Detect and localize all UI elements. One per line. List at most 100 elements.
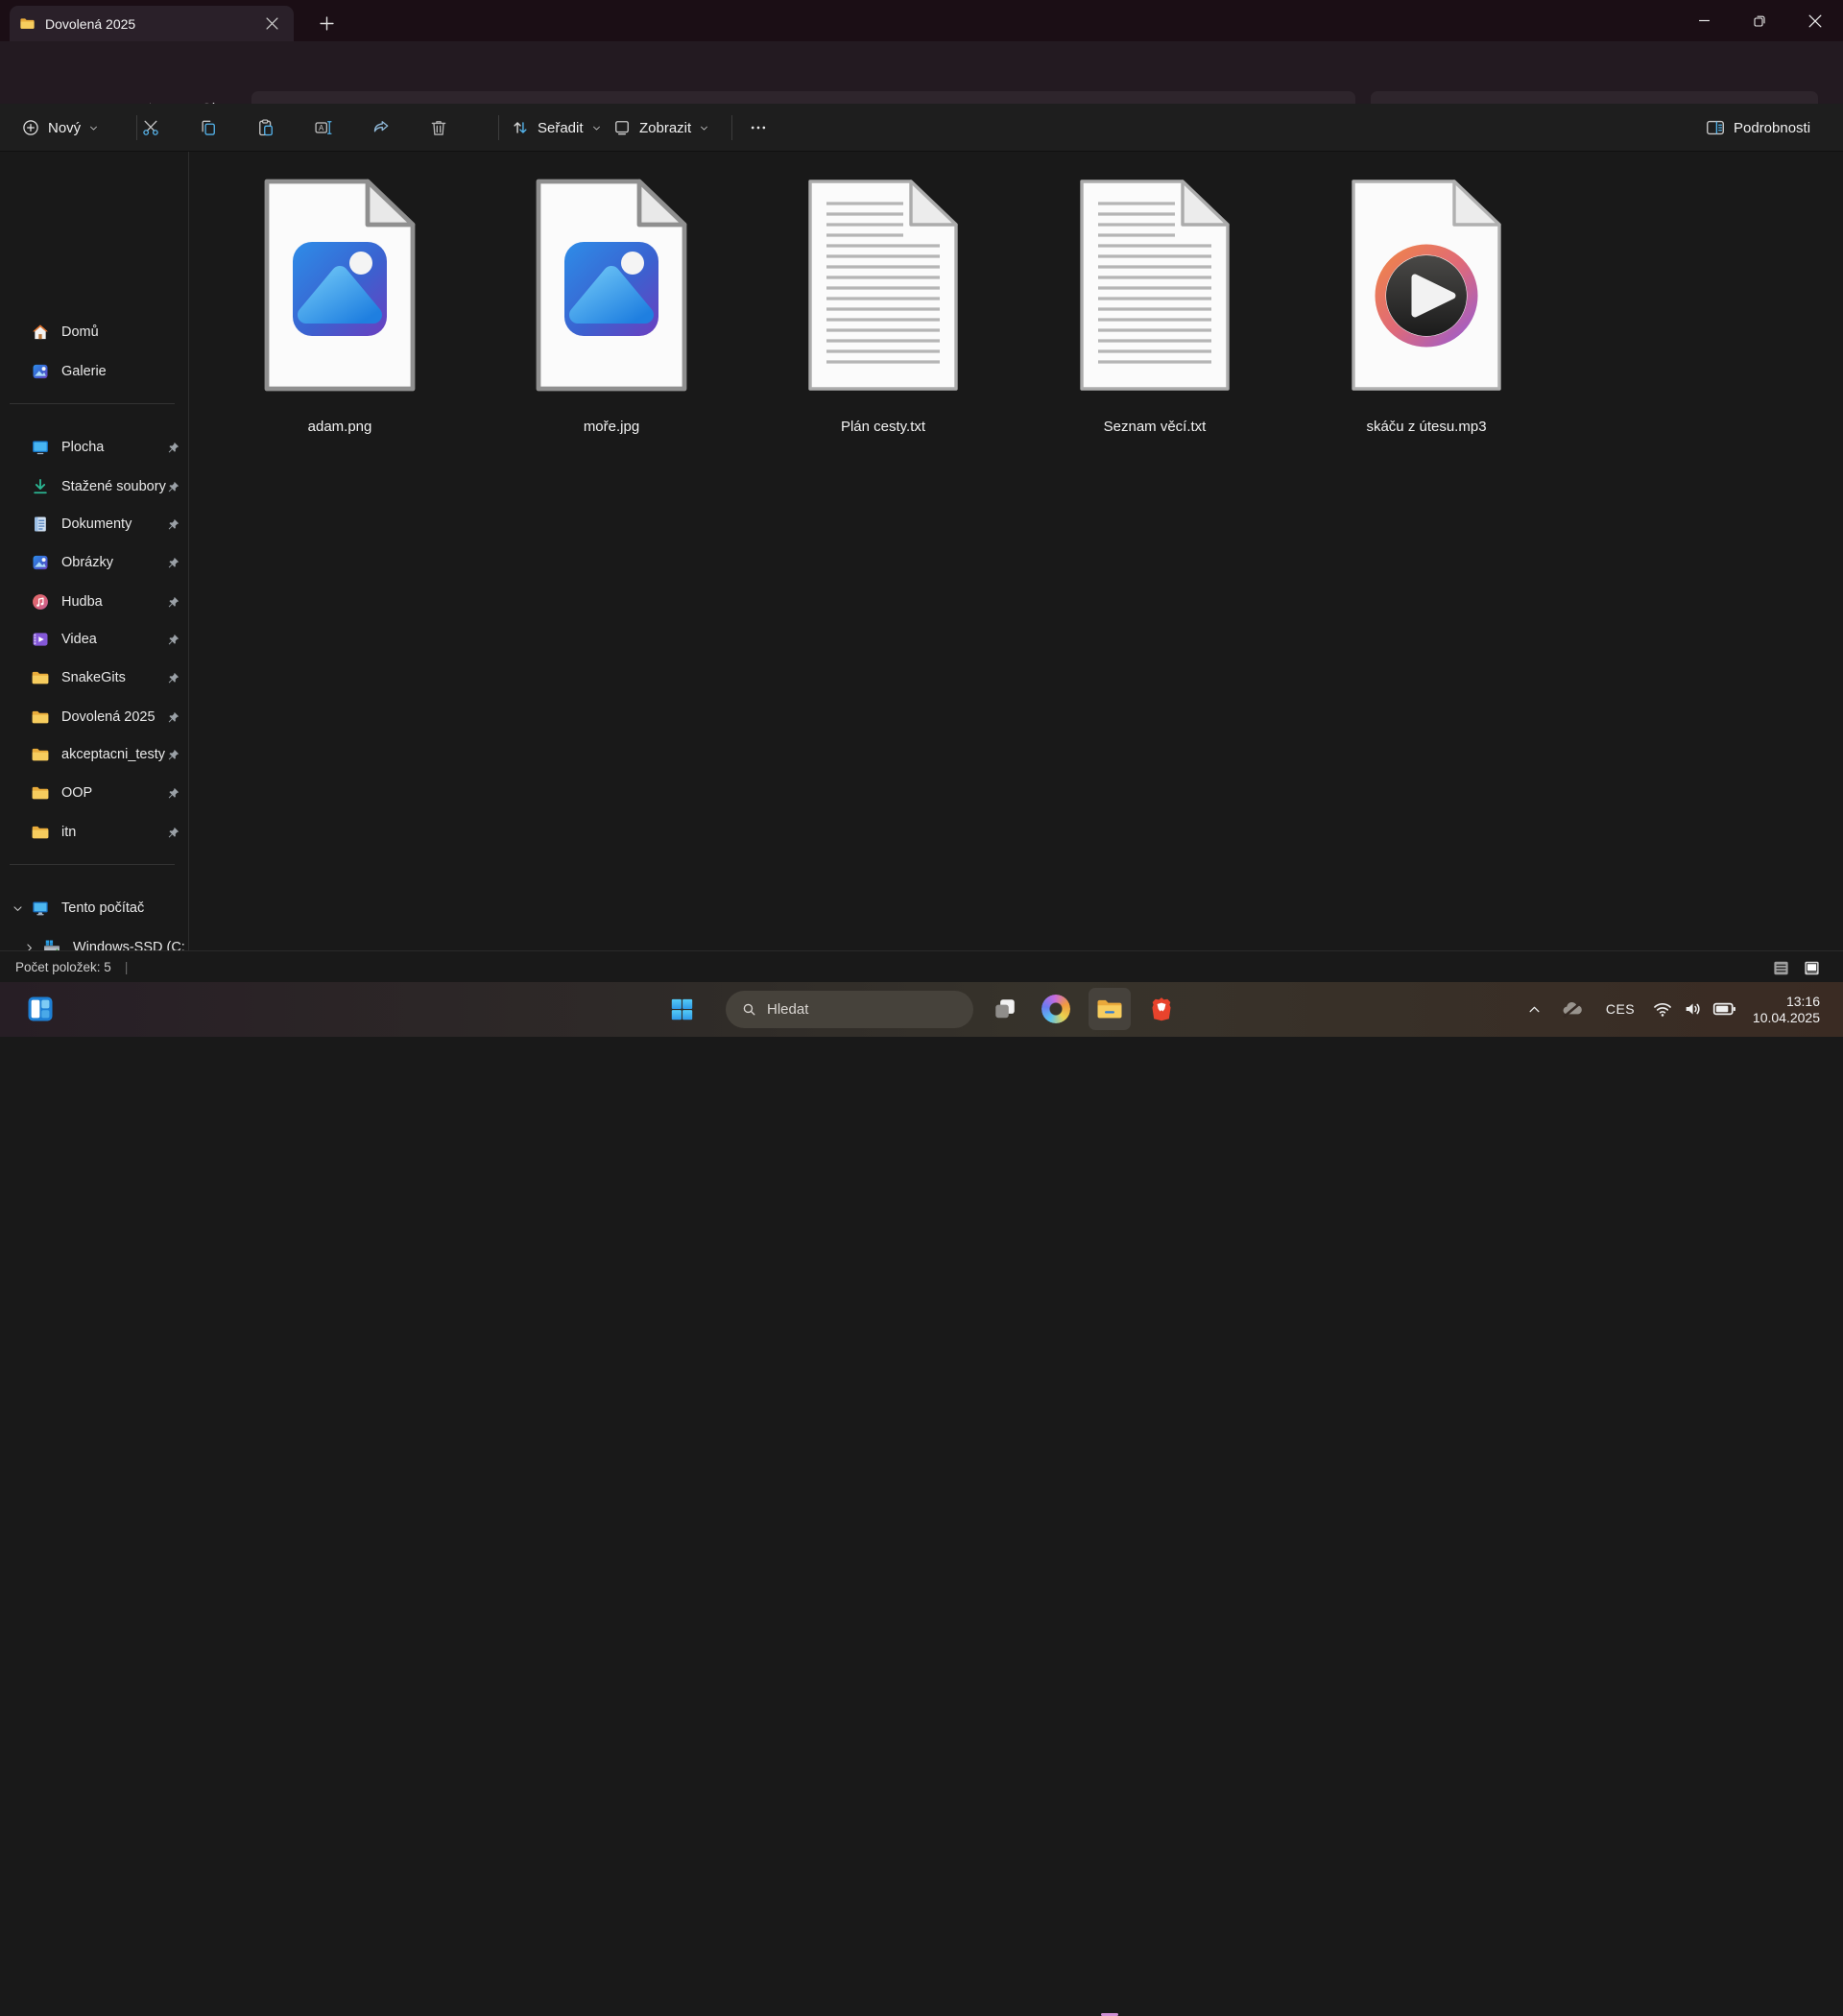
share-button[interactable]: [364, 110, 398, 145]
file-name: Plán cesty.txt: [841, 419, 925, 435]
paste-button[interactable]: [249, 110, 283, 145]
close-icon: [266, 17, 278, 30]
sidebar-item-itn[interactable]: itn: [4, 813, 184, 852]
file-plan-cesty-txt[interactable]: Plán cesty.txt: [768, 177, 998, 435]
details-pane-button[interactable]: Podrobnosti: [1697, 110, 1818, 145]
audio-file-icon: [1347, 177, 1506, 394]
pin-icon: [166, 595, 180, 610]
new-button[interactable]: Nový: [13, 110, 107, 145]
file-seznam-veci-txt[interactable]: Seznam věcí.txt: [1040, 177, 1270, 435]
battery-button[interactable]: [1708, 990, 1740, 1028]
copilot-icon: [1041, 995, 1070, 1023]
sidebar-item-gallery[interactable]: Galerie: [4, 352, 184, 391]
sidebar-item-oop[interactable]: OOP: [4, 774, 184, 812]
toolbar-separator: [498, 115, 499, 140]
onedrive-status-button[interactable]: [1557, 990, 1588, 1028]
tab-title: Dovolená 2025: [45, 16, 259, 32]
widgets-button[interactable]: [21, 990, 60, 1028]
language-indicator[interactable]: CES: [1602, 990, 1639, 1028]
gallery-icon: [31, 362, 50, 381]
file-adam-png[interactable]: adam.png: [225, 177, 455, 435]
sidebar-item-videos[interactable]: Videa: [4, 620, 184, 659]
task-view-icon: [993, 996, 1017, 1021]
volume-button[interactable]: [1679, 990, 1708, 1028]
view-label: Zobrazit: [639, 120, 691, 136]
start-button[interactable]: [662, 990, 701, 1028]
copy-button[interactable]: [191, 110, 226, 145]
sidebar-item-dovolena-2025[interactable]: Dovolená 2025: [4, 698, 184, 736]
tab-close-button[interactable]: [259, 12, 284, 36]
sort-button[interactable]: Seřadit: [503, 110, 610, 145]
file-more-jpg[interactable]: moře.jpg: [496, 177, 727, 435]
details-view-toggle[interactable]: [1768, 955, 1793, 980]
sidebar-item-desktop[interactable]: Plocha: [4, 428, 184, 467]
sidebar-separator: [10, 864, 175, 865]
task-view-button[interactable]: [986, 990, 1024, 1028]
navigation-pane: Domů Galerie Plocha Stažené soubory: [0, 152, 189, 950]
clock[interactable]: 13:16 10.04.2025: [1753, 982, 1820, 1037]
folder-icon: [31, 708, 50, 727]
wifi-button[interactable]: [1648, 990, 1677, 1028]
battery-icon: [1711, 996, 1736, 1021]
ellipsis-icon: [749, 118, 768, 137]
file-list-area[interactable]: adam.png moře.jpg Plán cesty.txt Seznam …: [190, 152, 1843, 950]
trash-icon: [429, 117, 448, 138]
taskbar-search[interactable]: Hledat: [726, 991, 973, 1028]
copilot-button[interactable]: [1037, 990, 1075, 1028]
sidebar-item-pictures[interactable]: Obrázky: [4, 543, 184, 582]
more-options-button[interactable]: [741, 110, 776, 145]
cut-button[interactable]: [133, 110, 168, 145]
explorer-tab[interactable]: Dovolená 2025: [10, 6, 294, 41]
taskbar-search-label: Hledat: [767, 1001, 808, 1018]
sidebar-item-snakegits[interactable]: SnakeGits: [4, 659, 184, 697]
rename-icon: A: [314, 117, 333, 138]
chevron-down-icon: [591, 123, 602, 133]
sort-label: Seřadit: [538, 120, 584, 136]
details-pane-icon: [1705, 117, 1726, 138]
restore-icon: [1753, 14, 1766, 28]
file-name: moře.jpg: [584, 419, 639, 435]
file-explorer-button[interactable]: [1089, 988, 1131, 1030]
search-icon: [741, 1001, 757, 1018]
windows-logo-icon: [669, 996, 695, 1022]
plus-icon: [320, 16, 334, 31]
details-label: Podrobnosti: [1734, 120, 1810, 136]
pin-icon: [166, 556, 180, 570]
navigation-bar: Dovolená 2025: [0, 41, 1843, 104]
view-icon: [612, 118, 632, 137]
sidebar-item-akceptacni-testy[interactable]: akceptacni_testy: [4, 735, 184, 774]
sidebar-item-this-pc[interactable]: Tento počítač: [4, 889, 184, 927]
close-icon: [1808, 14, 1822, 28]
text-file-icon: [1075, 177, 1234, 394]
pictures-icon: [31, 553, 50, 572]
minimize-button[interactable]: [1676, 0, 1732, 41]
restore-button[interactable]: [1732, 0, 1787, 41]
file-name: skáču z útesu.mp3: [1366, 419, 1486, 435]
close-window-button[interactable]: [1787, 0, 1843, 41]
file-name: Seznam věcí.txt: [1104, 419, 1207, 435]
sidebar-item-music[interactable]: Hudba: [4, 583, 184, 621]
rename-button[interactable]: A: [306, 110, 341, 145]
sidebar-item-downloads[interactable]: Stažené soubory: [4, 468, 184, 506]
paste-icon: [256, 117, 275, 138]
view-button[interactable]: Zobrazit: [605, 110, 717, 145]
pin-icon: [166, 517, 180, 532]
sidebar-item-home[interactable]: Domů: [4, 313, 184, 351]
videos-icon: [31, 630, 50, 649]
expand-chevron[interactable]: [4, 902, 31, 915]
hidden-icons-button[interactable]: [1520, 990, 1547, 1028]
delete-button[interactable]: [421, 110, 456, 145]
minimize-icon: [1698, 14, 1711, 27]
new-tab-button[interactable]: [313, 10, 340, 36]
status-divider: |: [125, 960, 129, 974]
cloud-offline-icon: [1560, 996, 1585, 1021]
download-icon: [31, 477, 50, 496]
file-skacu-z-utesu-mp3[interactable]: skáču z útesu.mp3: [1311, 177, 1542, 435]
image-file-icon: [532, 177, 691, 394]
brave-browser-button[interactable]: [1142, 990, 1181, 1028]
chevron-down-icon: [12, 902, 24, 915]
folder-icon: [31, 823, 50, 842]
thumbnail-view-toggle[interactable]: [1799, 955, 1824, 980]
svg-text:A: A: [319, 124, 324, 132]
sidebar-item-documents[interactable]: Dokumenty: [4, 505, 184, 543]
